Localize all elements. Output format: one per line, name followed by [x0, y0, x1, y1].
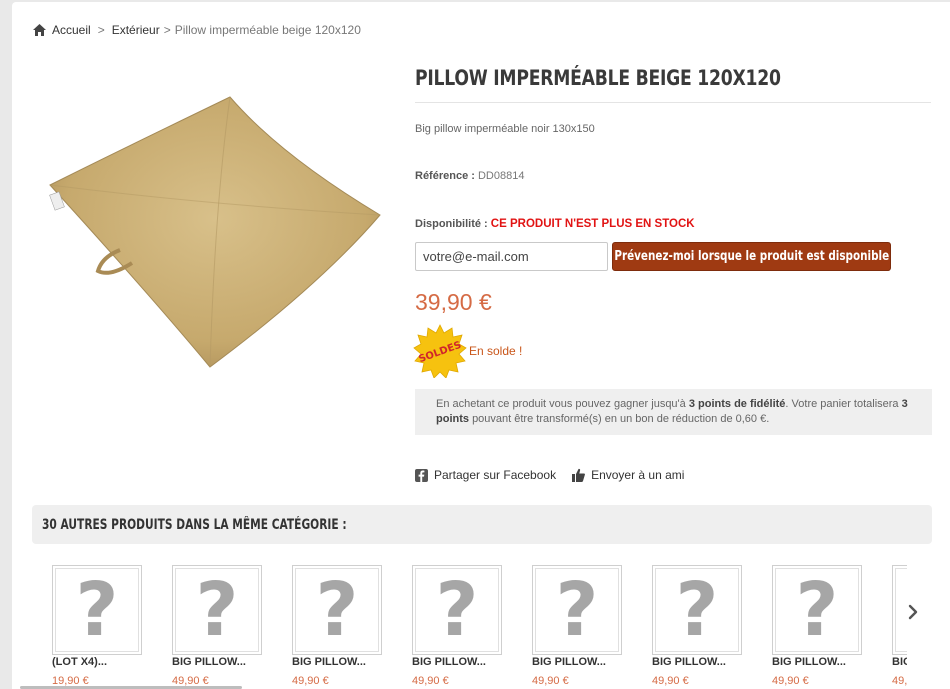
missing-image-icon: ?	[315, 567, 359, 653]
loyalty-text-1: En achetant ce produit vous pouvez gagne…	[436, 398, 686, 410]
related-product-thumbnail[interactable]: ?	[52, 565, 142, 655]
related-products-heading: 30 AUTRES PRODUITS DANS LA MÊME CATÉGORI…	[32, 505, 932, 544]
product-short-description: Big pillow imperméable noir 130x150	[415, 123, 595, 135]
missing-image-icon: ?	[195, 567, 239, 653]
related-product-name[interactable]: BIG PILLOW...	[292, 656, 366, 670]
related-product-thumbnail[interactable]: ?	[412, 565, 502, 655]
missing-image-icon: ?	[675, 567, 719, 653]
related-product-name[interactable]: BIG PILLOW...	[412, 656, 486, 670]
loyalty-points-box: En achetant ce produit vous pouvez gagne…	[415, 389, 932, 435]
related-product-price: 49,90 €	[292, 675, 329, 687]
related-product-thumbnail[interactable]: ?	[292, 565, 382, 655]
breadcrumb-separator: >	[97, 23, 105, 37]
product-title: PILLOW IMPERMÉABLE BEIGE 120X120	[415, 66, 781, 90]
related-product-item[interactable]: ? BIG PILLOW... 49,90 €	[292, 565, 402, 687]
related-product-price: 49,90 €	[532, 675, 569, 687]
related-product-name[interactable]: BIG PILLOW...	[892, 656, 907, 670]
loyalty-points: 3 points de fidélité	[688, 398, 786, 410]
missing-image-icon: ?	[555, 567, 599, 653]
related-product-item[interactable]: ? (LOT X4)... 19,90 €	[52, 565, 162, 687]
reference-value: DD08814	[477, 170, 525, 182]
availability-label: Disponibilité :	[415, 218, 488, 230]
related-product-item[interactable]: ? BIG PILLOW... 49,90 €	[412, 565, 522, 687]
related-product-price: 49,90 €	[892, 675, 907, 687]
related-product-thumbnail[interactable]: ?	[172, 565, 262, 655]
thumbs-up-icon[interactable]	[572, 468, 586, 482]
facebook-icon[interactable]	[415, 468, 428, 482]
product-image[interactable]	[40, 85, 385, 375]
related-product-thumbnail[interactable]: ?	[772, 565, 862, 655]
missing-image-icon: ?	[795, 567, 839, 653]
title-divider	[415, 102, 931, 103]
availability-status: Ce produit n'est plus en stock	[490, 218, 695, 230]
availability: Disponibilité : Ce produit n'est plus en…	[415, 218, 695, 230]
soldes-badge-icon: SOLDES	[413, 324, 467, 378]
related-product-price: 49,90 €	[772, 675, 809, 687]
related-product-item[interactable]: ? BIG PILLOW... 49,90 €	[652, 565, 762, 687]
share-facebook-link[interactable]: Partager sur Facebook	[434, 468, 556, 482]
related-products-heading-text: 30 AUTRES PRODUITS DANS LA MÊME CATÉGORI…	[42, 516, 347, 533]
related-product-name[interactable]: BIG PILLOW...	[532, 656, 606, 670]
related-product-item[interactable]: ? BIG PILLOW... 49,90 €	[532, 565, 642, 687]
related-product-item[interactable]: ? BIG PILLOW... 49,90 €	[172, 565, 282, 687]
notify-email-input[interactable]	[415, 242, 608, 271]
breadcrumb-current: Pillow imperméable beige 120x120	[174, 23, 361, 37]
related-product-thumbnail[interactable]: ?	[532, 565, 622, 655]
loyalty-text-3: pouvant être transformé(s) en un bon de …	[472, 413, 770, 425]
breadcrumb-home-link[interactable]: Accueil	[52, 23, 91, 37]
breadcrumb-category-link[interactable]: Extérieur	[112, 23, 160, 37]
missing-image-icon: ?	[75, 567, 119, 653]
product-price: 39,90 €	[415, 289, 492, 315]
notify-when-available-button[interactable]: Prévenez-moi lorsque le produit est disp…	[612, 242, 891, 271]
related-product-name[interactable]: BIG PILLOW...	[172, 656, 246, 670]
home-icon[interactable]	[33, 24, 46, 36]
loyalty-text-2: . Votre panier totalisera	[785, 398, 899, 410]
related-product-item[interactable]: ? BIG PILLOW... 49,90 €	[772, 565, 882, 687]
related-product-thumbnail[interactable]: ?	[652, 565, 742, 655]
notify-button-label: Prévenez-moi lorsque le produit est disp…	[614, 249, 889, 264]
reference-label: Référence :	[415, 170, 475, 182]
related-products-carousel: ? (LOT X4)... 19,90 € ? BIG PILLOW... 49…	[52, 565, 907, 689]
send-to-friend-link[interactable]: Envoyer à un ami	[591, 468, 684, 482]
product-reference: Référence : DD08814	[415, 170, 524, 182]
related-product-name[interactable]: (LOT X4)...	[52, 656, 107, 670]
related-product-price: 49,90 €	[412, 675, 449, 687]
breadcrumb: Accueil > Extérieur > Pillow imperméable…	[33, 23, 361, 37]
on-sale-label: En solde !	[469, 344, 523, 358]
related-product-price: 49,90 €	[652, 675, 689, 687]
related-product-name[interactable]: BIG PILLOW...	[772, 656, 846, 670]
breadcrumb-separator: >	[163, 23, 171, 37]
share-links: Partager sur Facebook Envoyer à un ami	[415, 468, 684, 482]
related-product-name[interactable]: BIG PILLOW...	[652, 656, 726, 670]
missing-image-icon: ?	[435, 567, 479, 653]
carousel-next-arrow-icon[interactable]	[905, 603, 921, 621]
